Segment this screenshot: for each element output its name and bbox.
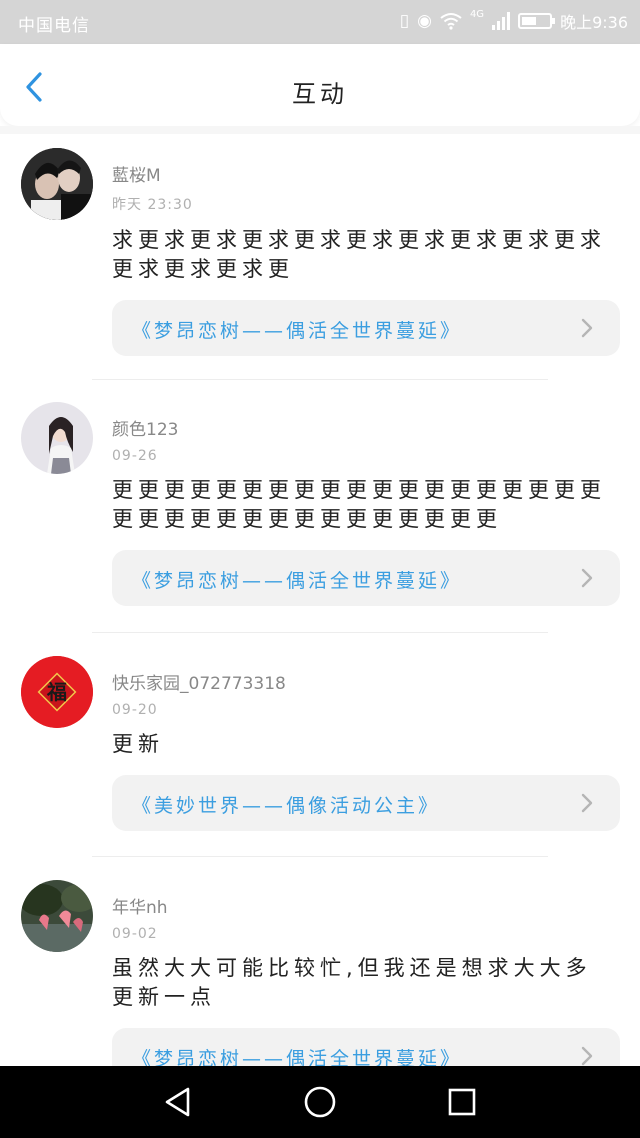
- comment-feed[interactable]: 藍桜M 昨天 23:30 求更求更求更求更求更求更求更求更求更求更求更求更求更 …: [0, 134, 640, 1066]
- comment-item: 藍桜M 昨天 23:30 求更求更求更求更求更求更求更求更求更求更求更求更求更 …: [0, 134, 640, 356]
- app-header: 互动: [0, 44, 640, 126]
- username[interactable]: 藍桜M: [112, 161, 620, 186]
- nav-back-button[interactable]: [160, 1084, 196, 1120]
- fu-avatar-icon: 福: [21, 656, 93, 728]
- vibrate-icon: ▯: [399, 11, 410, 31]
- carrier-name: 中国电信: [18, 16, 90, 36]
- username[interactable]: 颜色123: [112, 415, 620, 440]
- avatar[interactable]: [21, 880, 93, 952]
- chevron-right-icon: [581, 1046, 593, 1066]
- book-title: 《梦昂恋树——偶活全世界蔓延》: [132, 320, 463, 342]
- comment-text: 更新: [112, 732, 164, 756]
- avatar-photo: [21, 402, 93, 474]
- square-recents-icon: [448, 1088, 476, 1116]
- comment-item: 年华nh 09-02 虽然大大可能比较忙,但我还是想求大大多更新一点 《梦昂恋树…: [0, 866, 640, 1066]
- clock: 晚上9:36: [560, 13, 628, 32]
- divider: [92, 632, 548, 633]
- username[interactable]: 年华nh: [112, 893, 620, 918]
- book-link-card[interactable]: 《梦昂恋树——偶活全世界蔓延》: [112, 550, 620, 606]
- wifi-icon: [440, 13, 462, 30]
- header-gap: [0, 126, 640, 134]
- book-link-card[interactable]: 《梦昂恋树——偶活全世界蔓延》: [112, 1028, 620, 1066]
- battery-icon: [518, 13, 556, 29]
- book-title: 《梦昂恋树——偶活全世界蔓延》: [132, 1048, 463, 1066]
- nav-recents-button[interactable]: [444, 1084, 480, 1120]
- comment-item: 福 快乐家园_072773318 09-20 更新 《美妙世界——偶像活动公主》: [0, 642, 640, 831]
- book-title: 《美妙世界——偶像活动公主》: [132, 795, 441, 817]
- comment-date: 09-20: [112, 702, 158, 718]
- chevron-right-icon: [581, 793, 593, 813]
- chevron-right-icon: [581, 568, 593, 588]
- divider: [92, 379, 548, 380]
- battery-fill: [522, 17, 537, 25]
- network-type: 4G: [469, 9, 485, 20]
- eye-icon: ◉: [417, 11, 432, 31]
- page-title: 互动: [292, 80, 348, 108]
- avatar-photo: [21, 148, 93, 220]
- signal-icon: [492, 12, 511, 30]
- username[interactable]: 快乐家园_072773318: [112, 669, 620, 694]
- avatar-photo: [21, 880, 93, 952]
- comment-text: 求更求更求更求更求更求更求更求更求更求更求更求更求更: [112, 228, 606, 281]
- comment-text: 更更更更更更更更更更更更更更更更更更更更更更更更更更更更更更更更更更: [112, 478, 606, 531]
- book-link-card[interactable]: 《梦昂恋树——偶活全世界蔓延》: [112, 300, 620, 356]
- status-bar: 中国电信 ▯ ◉ 4G 晚上9:36: [0, 0, 640, 44]
- fu-character: 福: [46, 680, 67, 704]
- comment-date: 昨天 23:30: [112, 197, 193, 213]
- book-link-card[interactable]: 《美妙世界——偶像活动公主》: [112, 775, 620, 831]
- avatar[interactable]: 福: [21, 656, 93, 728]
- comment-text: 虽然大大可能比较忙,但我还是想求大大多更新一点: [112, 956, 592, 1009]
- status-icons: ▯ ◉ 4G 晚上9:36: [400, 9, 628, 33]
- comment-date: 09-02: [112, 926, 158, 942]
- comment-date: 09-26: [112, 448, 158, 464]
- avatar[interactable]: [21, 148, 93, 220]
- chevron-right-icon: [581, 318, 593, 338]
- triangle-back-icon: [165, 1087, 190, 1117]
- divider: [92, 856, 548, 857]
- nav-home-button[interactable]: [302, 1084, 338, 1120]
- avatar[interactable]: [21, 402, 93, 474]
- book-title: 《梦昂恋树——偶活全世界蔓延》: [132, 570, 463, 592]
- system-nav-bar: [0, 1066, 640, 1138]
- comment-item: 颜色123 09-26 更更更更更更更更更更更更更更更更更更更更更更更更更更更更…: [0, 388, 640, 606]
- circle-home-icon: [304, 1086, 336, 1118]
